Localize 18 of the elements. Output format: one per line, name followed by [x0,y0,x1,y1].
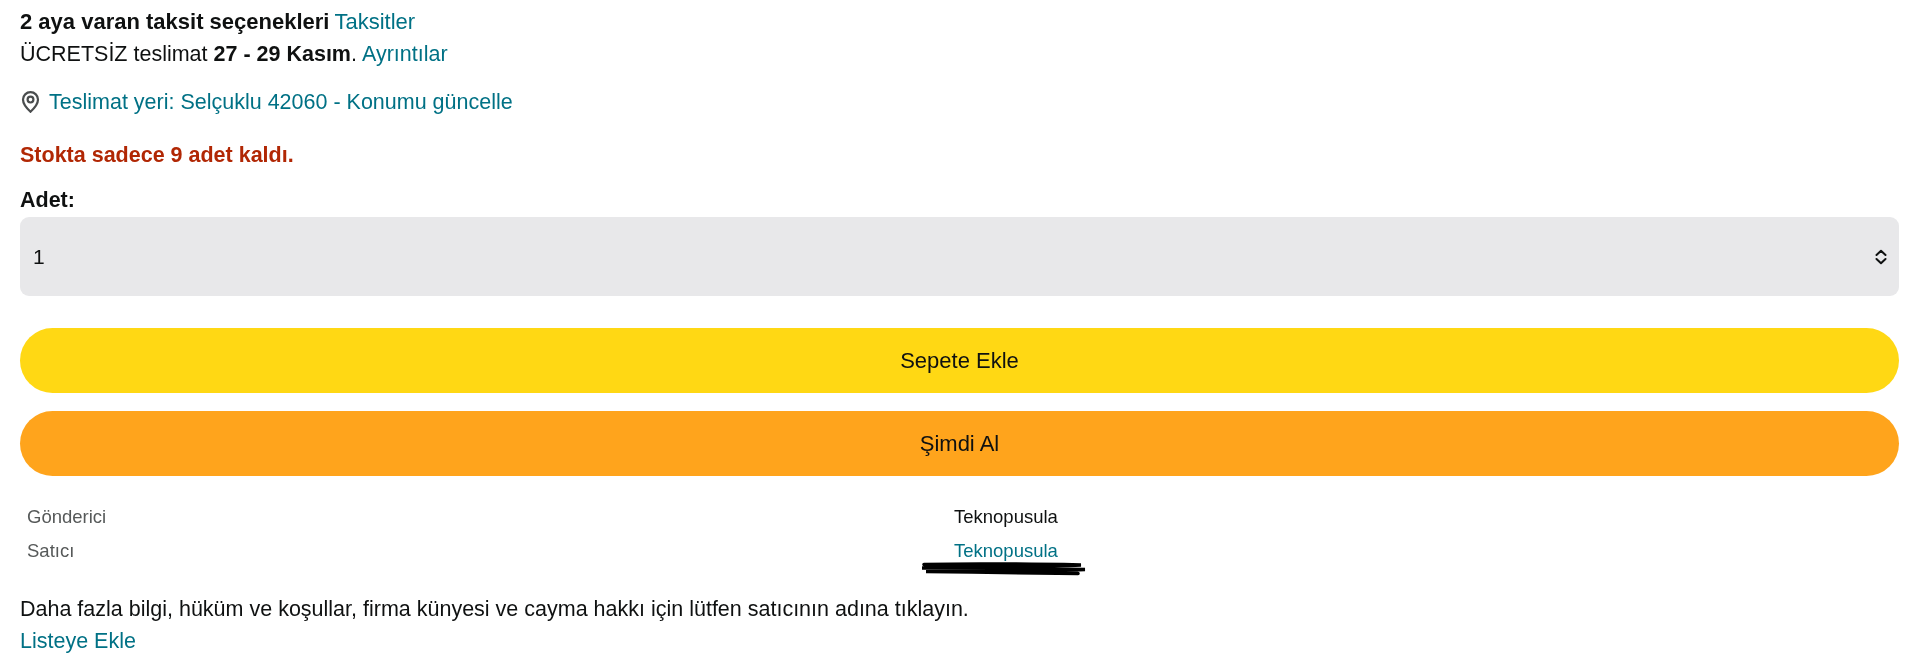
seller-info-label: Gönderici [27,506,107,528]
buy-now-button[interactable]: Şimdi Al [20,411,1899,476]
delivery-location-link[interactable]: Teslimat yeri: Selçuklu 42060 - Konumu güncelle [49,86,513,118]
quantity-select[interactable]: 1 [20,217,1899,296]
delivery-text: ÜCRETSİZ teslimat 27 - 29 Kasım. [20,41,357,68]
installment-text: 2 aya varan taksit seçenekleri [20,8,330,36]
seller-info-note: Daha fazla bilgi, hüküm ve koşullar, firma künyesi ve cayma hakkı için lütfen satıcının adına tıklayın. [20,596,969,623]
seller-info-label: Satıcı [27,540,75,562]
delivery-details-link[interactable]: Ayrıntılar [361,38,448,70]
up-down-chevron-icon [1875,248,1887,265]
stock-notice: Stokta sadece 9 adet kaldı. [20,142,294,169]
seller-name-link[interactable]: Teknopusula [954,540,1058,562]
add-to-list-link[interactable]: Listeye Ekle [20,625,136,657]
quantity-label: Adet: [20,187,75,214]
add-to-cart-button[interactable]: Sepete Ekle [20,328,1899,393]
location-pin-icon [21,91,40,113]
seller-info-value: Teknopusula [954,506,1058,528]
installments-link[interactable]: Taksitler [334,6,416,38]
